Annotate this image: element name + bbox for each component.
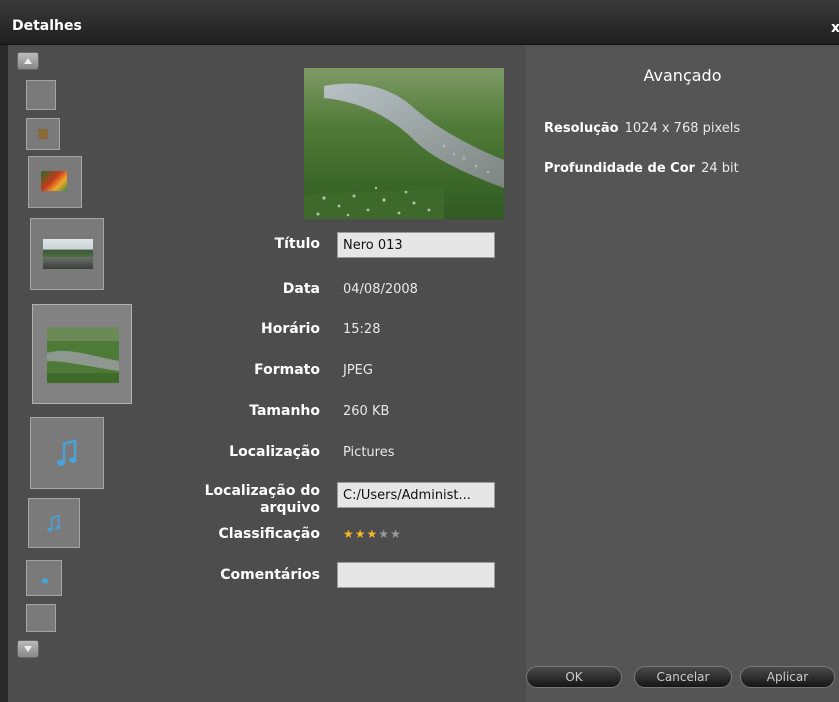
advanced-heading: Avançado: [643, 66, 722, 85]
star-icon[interactable]: ★: [367, 527, 379, 541]
color-depth-row: Profundidade de Cor 24 bit: [544, 161, 739, 176]
star-icon[interactable]: ★: [378, 527, 390, 541]
title-input[interactable]: [337, 232, 495, 258]
filmstrip-thumb[interactable]: [28, 156, 82, 208]
color-depth-value: 24 bit: [701, 161, 739, 176]
advanced-pane: [526, 45, 839, 702]
time-label: Horário: [260, 321, 320, 337]
filmstrip-thumb[interactable]: [28, 498, 80, 548]
image-preview: [304, 68, 504, 219]
resolution-value: 1024 x 768 pixels: [624, 121, 741, 136]
rating-stars[interactable]: ★★★★★: [343, 527, 402, 541]
close-icon[interactable]: x: [831, 20, 839, 36]
window-title: Detalhes: [12, 18, 82, 34]
color-depth-label: Profundidade de Cor: [544, 161, 696, 176]
resolution-label: Resolução: [544, 121, 619, 136]
music-icon: [45, 514, 65, 538]
file-location-label-line2: arquivo: [260, 500, 320, 516]
date-label: Data: [282, 281, 320, 297]
filmstrip-thumb[interactable]: [26, 560, 62, 596]
filmstrip-thumb[interactable]: [26, 604, 56, 632]
cancel-button[interactable]: Cancelar: [634, 666, 732, 688]
filmstrip-thumb[interactable]: [30, 417, 104, 489]
star-icon[interactable]: ★: [390, 527, 402, 541]
title-label: Título: [274, 236, 320, 252]
time-value: 15:28: [343, 322, 381, 337]
arrow-down-icon[interactable]: [17, 640, 39, 658]
ok-button[interactable]: OK: [526, 666, 622, 688]
format-value: JPEG: [343, 363, 373, 378]
resolution-row: Resolução 1024 x 768 pixels: [544, 121, 740, 136]
music-icon: [38, 572, 52, 591]
star-icon[interactable]: ★: [343, 527, 355, 541]
location-label: Localização: [229, 444, 320, 460]
filmstrip-thumb[interactable]: [26, 80, 56, 110]
size-value: 260 KB: [343, 404, 390, 419]
file-location-label-line1: Localização do: [204, 483, 320, 499]
star-icon[interactable]: ★: [355, 527, 367, 541]
filmstrip-thumb[interactable]: [26, 118, 60, 150]
file-location-label: Localização do arquivo: [130, 483, 320, 517]
music-icon: [53, 438, 85, 474]
date-value: 04/08/2008: [343, 282, 418, 297]
filmstrip-thumb[interactable]: [30, 218, 104, 290]
rating-label: Classificação: [218, 526, 320, 542]
window-frame: [0, 45, 8, 702]
filmstrip-thumb-selected[interactable]: [32, 304, 132, 404]
arrow-up-icon[interactable]: [17, 52, 39, 70]
title-bar: Detalhes x: [0, 0, 839, 45]
size-label: Tamanho: [249, 403, 320, 419]
apply-button[interactable]: Aplicar: [740, 666, 835, 688]
location-value: Pictures: [343, 445, 395, 460]
comments-label: Comentários: [220, 567, 320, 583]
comments-input[interactable]: [337, 562, 495, 588]
format-label: Formato: [254, 362, 320, 378]
file-location-input[interactable]: [337, 482, 495, 508]
